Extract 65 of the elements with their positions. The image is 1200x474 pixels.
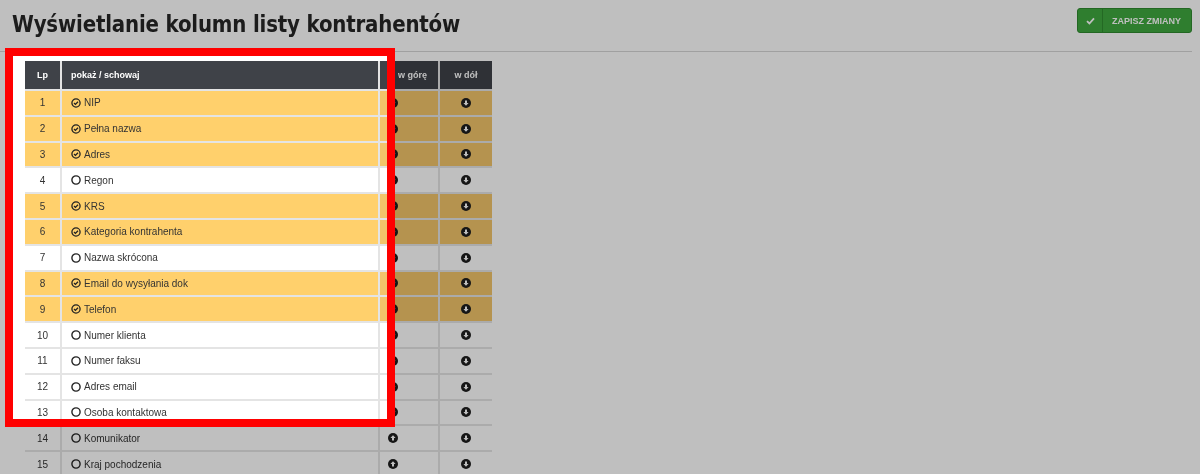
table-cell: 5 [25,194,60,218]
column-name: Numer faksu [84,355,141,367]
table-cell: 9 [25,297,60,322]
column-name: NIP [84,97,101,109]
column-name: Regon [84,174,114,186]
save-button[interactable]: ZAPISZ ZMIANY [1077,8,1192,33]
column-header: w dół [440,61,492,89]
empty-circle-icon[interactable] [71,175,81,186]
checked-circle-icon[interactable] [71,226,81,237]
table-cell: 12 [25,374,60,399]
column-name: Email do wysyłania dok [84,277,188,289]
column-name: Adres email [84,381,137,393]
column-name: Kategoria kontrahenta [84,226,183,238]
checked-circle-icon[interactable] [71,201,81,212]
checked-circle-icon[interactable] [71,304,81,315]
arrow-down-icon[interactable] [461,381,471,392]
column-name: KRS [84,200,105,212]
column-header: Lp [25,61,60,89]
checked-circle-icon[interactable] [71,123,81,134]
column-name: Adres [84,149,111,160]
page-title: Wyświetlanie kolumn listy kontrahentów [12,11,461,37]
arrow-down-icon[interactable] [461,97,471,108]
column-name: Nazwa skrócona [84,252,158,264]
arrow-down-icon[interactable] [461,330,471,341]
checkmark-icon [1085,16,1095,25]
column-name: Numer klienta [84,329,146,341]
arrow-down-icon[interactable] [461,175,471,186]
table-cell: 10 [25,323,60,347]
table-cell: 7 [25,245,60,270]
table-cell: 15 [25,452,60,474]
arrow-down-icon[interactable] [461,226,471,237]
arrow-down-icon[interactable] [461,433,471,444]
column-name: Komunikator [84,432,141,444]
column-name: Pełna nazwa [84,123,142,135]
checked-circle-icon[interactable] [71,97,81,108]
arrow-down-icon[interactable] [461,149,471,160]
empty-circle-icon[interactable] [71,381,81,392]
table-cell: 1 [25,91,60,115]
arrow-down-icon[interactable] [461,123,471,134]
empty-circle-icon[interactable] [71,407,81,418]
column-header: pokaż / schowaj [62,61,378,89]
arrow-down-icon[interactable] [461,355,471,366]
arrow-down-icon[interactable] [461,201,471,212]
table-cell: 2 [25,116,60,141]
column-name: Telefon [84,303,117,315]
table-cell: 8 [25,271,60,296]
empty-circle-icon[interactable] [71,355,81,366]
table-cell: 14 [25,426,60,451]
checked-circle-icon[interactable] [71,149,81,160]
arrow-down-icon[interactable] [461,278,471,289]
column-name: Kraj pochodzenia [84,458,162,470]
column-name: Osoba kontaktowa [84,406,167,418]
empty-circle-icon[interactable] [71,433,81,444]
table-cell: 3 [25,142,60,167]
table-cell: 11 [25,348,60,373]
empty-circle-icon[interactable] [71,252,81,263]
arrow-down-icon[interactable] [461,304,471,315]
arrow-down-icon[interactable] [461,459,471,470]
empty-circle-icon[interactable] [71,459,81,470]
arrow-down-icon[interactable] [461,407,471,418]
empty-circle-icon[interactable] [71,330,81,341]
checked-circle-icon[interactable] [71,278,81,289]
arrow-down-icon[interactable] [461,252,471,263]
table-cell: 6 [25,220,60,244]
table-cell: 4 [25,168,60,193]
